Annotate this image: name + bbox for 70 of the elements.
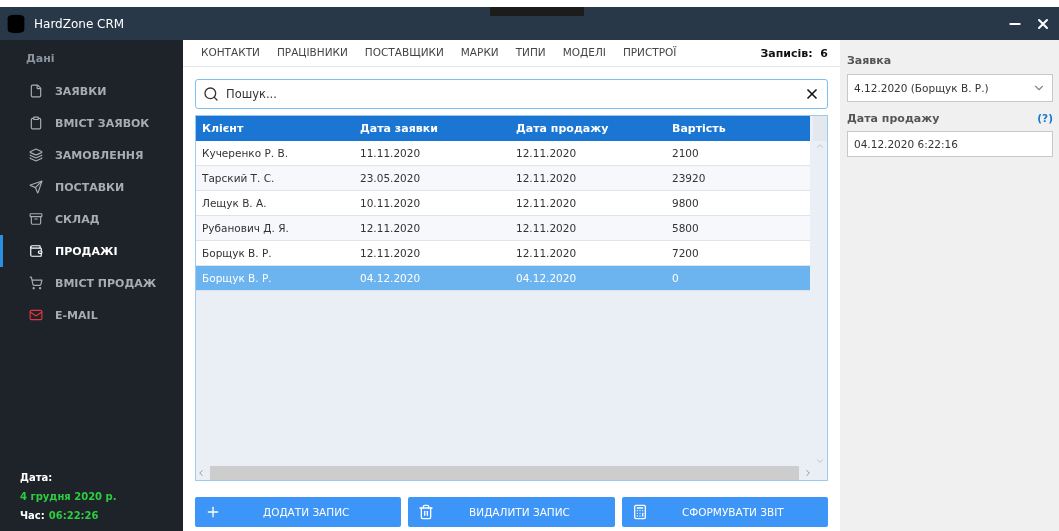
layers-icon	[29, 148, 43, 162]
envelope-icon	[29, 308, 43, 322]
table-cell[interactable]: Тарский Т. С.	[196, 166, 354, 191]
tab[interactable]: КОНТАКТИ	[201, 46, 260, 60]
tab[interactable]: МОДЕЛІ	[562, 46, 606, 60]
request-dropdown[interactable]: 4.12.2020 (Борщук В. Р.)	[847, 74, 1053, 102]
table-cell[interactable]: 12.11.2020	[510, 241, 666, 266]
tab[interactable]: ПРАЦІВНИКИ	[276, 46, 348, 60]
table-cell[interactable]: 5800	[666, 216, 810, 241]
column-header[interactable]: Клієнт	[196, 116, 354, 141]
scroll-left-icon[interactable]	[196, 468, 206, 478]
table-cell[interactable]: 11.11.2020	[354, 141, 510, 166]
tab[interactable]: ПОСТАВЩИКИ	[364, 46, 444, 60]
sidebar-item[interactable]: ЗАЯВКИ	[0, 75, 183, 107]
sidebar-heading: Дані	[26, 52, 55, 65]
column-header[interactable]: Дата продажу	[510, 116, 666, 141]
table-cell[interactable]: 12.11.2020	[510, 141, 666, 166]
archive-icon	[29, 212, 43, 226]
scrollbar-thumb[interactable]	[210, 466, 799, 480]
column-header[interactable]: Вартість	[666, 116, 810, 141]
field-label: Заявка	[847, 54, 893, 67]
scroll-down-icon[interactable]	[815, 456, 825, 466]
tab[interactable]: ТИПИ	[515, 46, 546, 60]
scroll-up-icon[interactable]	[815, 141, 825, 151]
table-cell[interactable]: 23920	[666, 166, 810, 191]
file-icon	[29, 84, 43, 98]
table-cell[interactable]: 23.05.2020	[354, 166, 510, 191]
table-cell[interactable]: Кучеренко Р. В.	[196, 141, 354, 166]
search-icon	[203, 86, 219, 102]
tab[interactable]: МАРКИ	[460, 46, 499, 60]
sidebar-item[interactable]: ЗАМОВЛЕННЯ	[0, 139, 183, 171]
sidebar-item[interactable]: E-MAIL	[0, 299, 183, 331]
plus-icon	[205, 504, 221, 520]
table-cell[interactable]: 9800	[666, 191, 810, 216]
cart-icon	[29, 276, 43, 290]
record-count: Записів: 6	[760, 46, 828, 60]
table-cell[interactable]: 12.11.2020	[510, 191, 666, 216]
window-title: HardZone CRM	[34, 16, 126, 31]
calculator-icon	[631, 504, 648, 520]
table-cell[interactable]: 12.11.2020	[510, 216, 666, 241]
sidebar-item[interactable]: ПОСТАВКИ	[0, 171, 183, 203]
table-cell[interactable]: Лещук В. А.	[196, 191, 354, 216]
clipboard-icon	[29, 116, 43, 130]
clear-icon[interactable]	[804, 86, 820, 102]
trash-icon	[418, 504, 435, 520]
search-field[interactable]: Пошук...	[195, 79, 828, 109]
table-cell[interactable]: 12.11.2020	[354, 241, 510, 266]
table-cell[interactable]: 12.11.2020	[510, 166, 666, 191]
sale-date-field[interactable]: 04.12.2020 6:22:16	[847, 131, 1053, 157]
send-icon	[29, 180, 43, 194]
wallet-icon	[29, 244, 43, 258]
time-value: 06:22:26	[48, 510, 99, 521]
time-label: Час:	[20, 510, 45, 521]
table-cell[interactable]: 10.11.2020	[354, 191, 510, 216]
sidebar-item[interactable]: СКЛАД	[0, 203, 183, 235]
field-label: Дата продажу	[847, 112, 940, 125]
scroll-right-icon[interactable]	[803, 468, 813, 478]
date-label: Дата:	[20, 472, 53, 483]
sidebar-item[interactable]: ВМІСТ ЗАЯВОК	[0, 107, 183, 139]
table-cell[interactable]: 12.11.2020	[354, 216, 510, 241]
table-cell[interactable]: 2100	[666, 141, 810, 166]
sidebar-item[interactable]: ВМІСТ ПРОДАЖ	[0, 267, 183, 299]
grip-handle[interactable]	[490, 7, 584, 16]
table-cell[interactable]: Борщук В. Р.	[196, 241, 354, 266]
column-header[interactable]: Дата заявки	[354, 116, 510, 141]
date-value: 4 грудня 2020 р.	[20, 491, 117, 502]
table-cell[interactable]: 7200	[666, 241, 810, 266]
tab[interactable]: ПРИСТРОЇ	[622, 46, 677, 60]
help-link[interactable]: (?)	[1037, 112, 1053, 125]
table-cell[interactable]: Рубанович Д. Я.	[196, 216, 354, 241]
